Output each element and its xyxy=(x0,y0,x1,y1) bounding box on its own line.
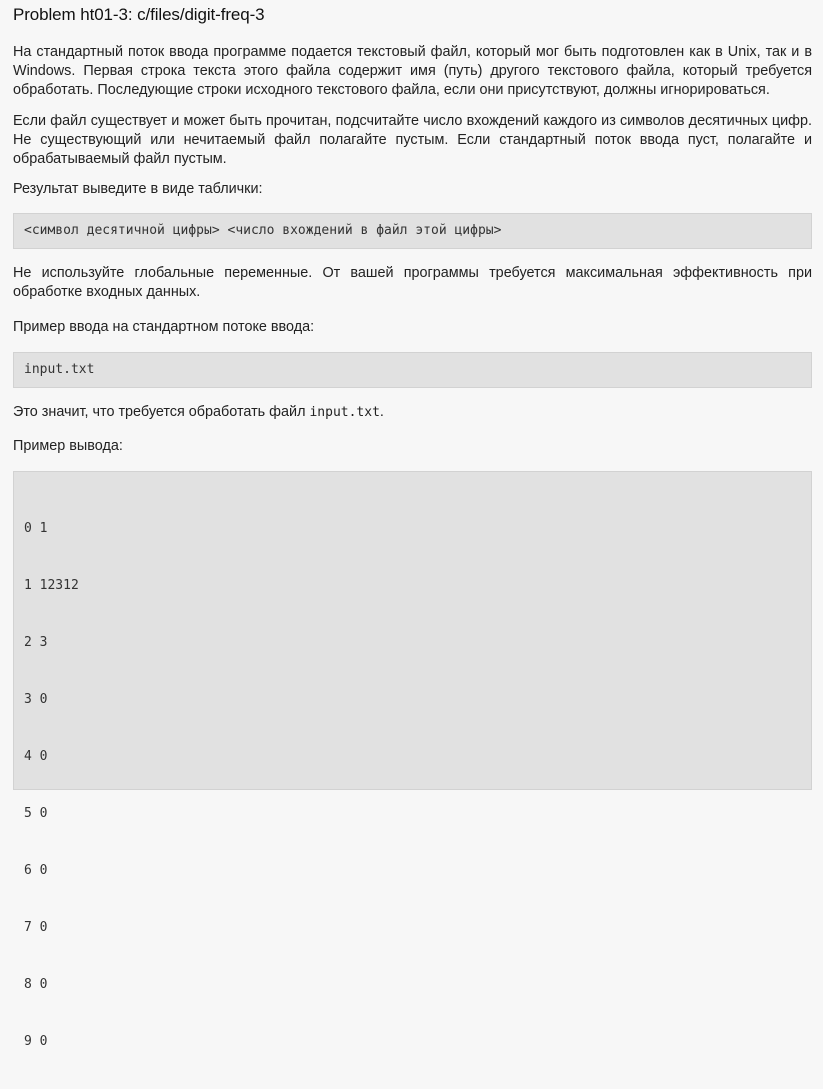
output-line: 3 0 xyxy=(24,692,48,707)
format-code-block: <символ десятичной цифры> <число вхожден… xyxy=(13,213,812,249)
output-line: 7 0 xyxy=(24,920,48,935)
output-line: 5 0 xyxy=(24,806,48,821)
explanation-filename: input.txt xyxy=(309,405,380,420)
result-format-label: Результат выведите в виде таблички: xyxy=(13,181,263,197)
output-line: 2 3 xyxy=(24,635,48,650)
description-paragraph-2: Если файл существует и может быть прочит… xyxy=(13,113,812,167)
explanation-suffix: . xyxy=(379,404,384,420)
explanation-paragraph: Это значит, что требуется обработать фай… xyxy=(13,403,812,422)
description-paragraph-1: На стандартный поток ввода программе под… xyxy=(13,44,812,98)
output-line: 1 12312 xyxy=(24,578,79,593)
output-line: 9 0 xyxy=(24,1034,48,1049)
input-example-label: Пример ввода на стандартном потоке ввода… xyxy=(13,319,315,335)
output-line: 6 0 xyxy=(24,863,48,878)
output-example-label: Пример вывода: xyxy=(13,438,123,454)
output-line: 8 0 xyxy=(24,977,48,992)
output-line: 4 0 xyxy=(24,749,48,764)
problem-statement: Problem ht01-3: c/files/digit-freq-3 На … xyxy=(0,0,823,1049)
input-example-code-block: input.txt xyxy=(13,352,812,388)
description-paragraph-3: Не используйте глобальные переменные. От… xyxy=(13,265,812,300)
output-example-code-block: 0 1 1 12312 2 3 3 0 4 0 5 0 6 0 7 0 8 0 … xyxy=(13,471,812,1049)
problem-title: Problem ht01-3: c/files/digit-freq-3 xyxy=(13,5,265,24)
explanation-prefix: Это значит, что требуется обработать фай… xyxy=(13,404,310,420)
output-line: 0 1 xyxy=(24,521,48,536)
